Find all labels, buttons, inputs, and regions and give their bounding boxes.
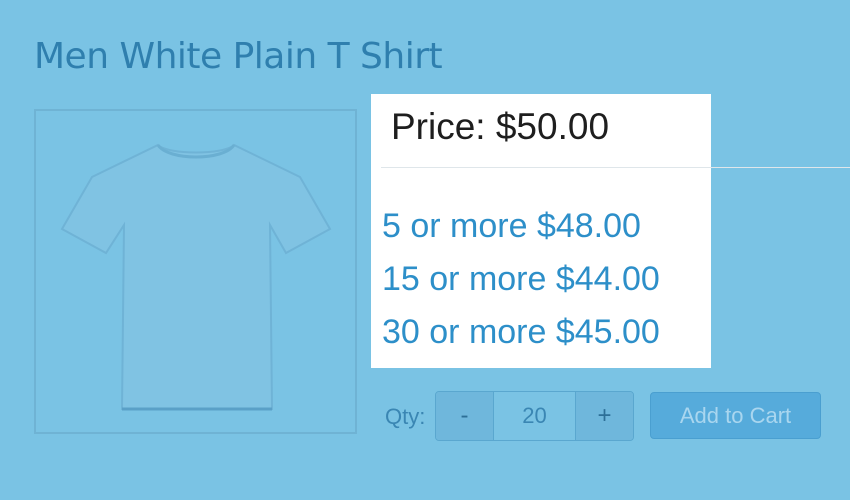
increment-button[interactable]: + xyxy=(576,392,633,440)
qty-label: Qty: xyxy=(385,404,426,429)
add-to-cart-button[interactable]: Add to Cart xyxy=(650,392,821,439)
quantity-input[interactable]: 20 xyxy=(493,392,576,440)
quantity-stepper: - 20 + xyxy=(435,391,634,441)
product-title: Men White Plain T Shirt xyxy=(34,36,443,77)
bulk-price-tier: 30 or more $45.00 xyxy=(382,313,660,351)
divider xyxy=(381,167,850,168)
t-shirt-icon xyxy=(60,143,331,410)
decrement-button[interactable]: - xyxy=(436,392,493,440)
bulk-price-list: 5 or more $48.00 15 or more $44.00 30 or… xyxy=(382,200,660,359)
bulk-price-tier: 5 or more $48.00 xyxy=(382,207,641,245)
product-image xyxy=(34,109,357,434)
bulk-price-tier: 15 or more $44.00 xyxy=(382,260,660,298)
price: Price: $50.00 xyxy=(391,106,610,147)
